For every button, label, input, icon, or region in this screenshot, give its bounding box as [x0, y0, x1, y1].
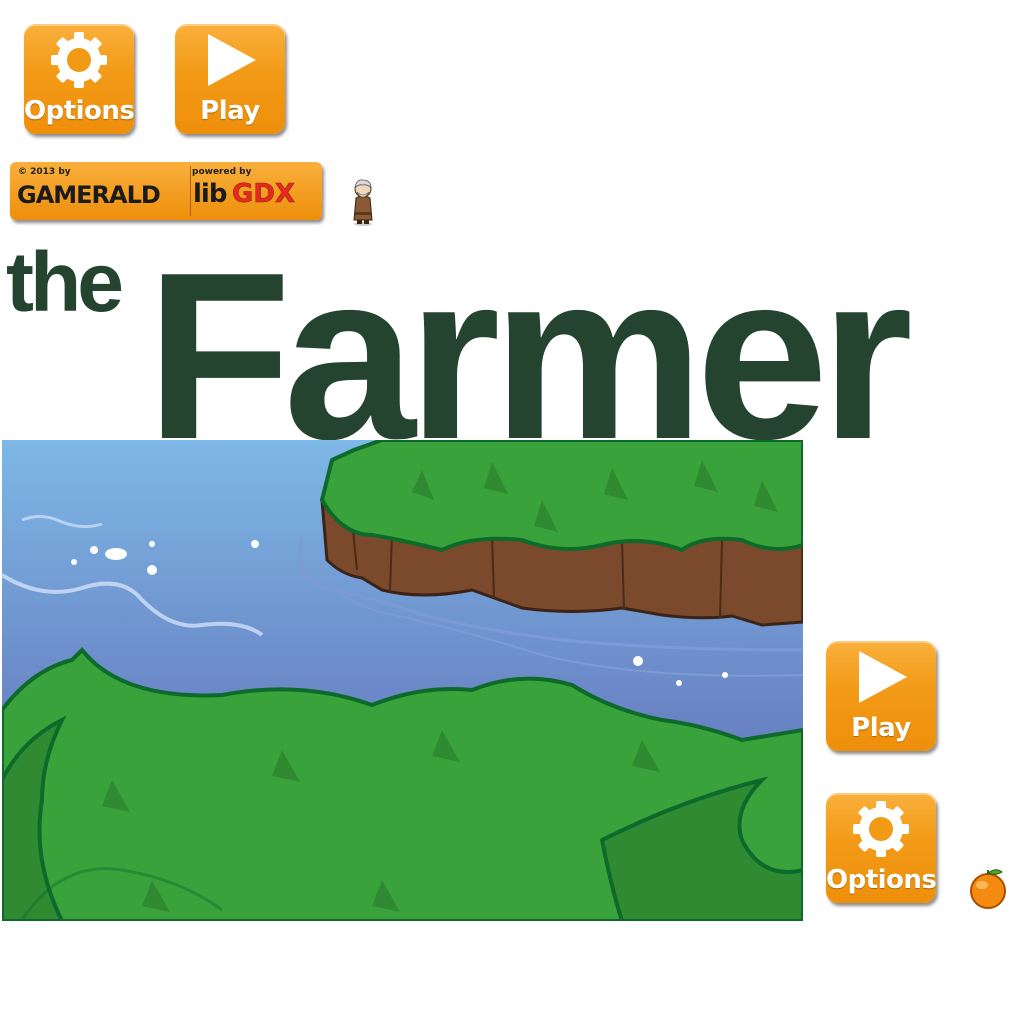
gear-icon	[853, 801, 909, 857]
options-button-side[interactable]: Options	[826, 793, 937, 903]
landscape-scene	[2, 440, 803, 921]
powered-by-text: powered by	[192, 167, 252, 177]
play-icon	[208, 34, 256, 86]
options-button-top[interactable]: Options	[24, 24, 135, 134]
play-button-top[interactable]: Play	[175, 24, 285, 134]
play-icon	[859, 651, 907, 703]
title-prefix: the	[6, 235, 124, 329]
play-label: Play	[851, 713, 911, 743]
options-label: Options	[24, 96, 135, 126]
engine-logo-part1: lib	[193, 179, 227, 209]
orange-icon	[970, 869, 1006, 909]
farmer-sprite	[353, 179, 373, 226]
credits-badge[interactable]: © 2013 by GAMERALD powered by lib GDX	[10, 162, 322, 220]
play-label: Play	[200, 96, 260, 126]
engine-logo-part2: GDX	[232, 179, 295, 210]
badge-divider	[190, 166, 191, 216]
play-button-side[interactable]: Play	[826, 641, 936, 751]
gear-icon	[51, 32, 107, 88]
copyright-text: © 2013 by	[18, 167, 71, 177]
studio-logo: GAMERALD	[17, 181, 161, 209]
options-label: Options	[826, 865, 937, 895]
